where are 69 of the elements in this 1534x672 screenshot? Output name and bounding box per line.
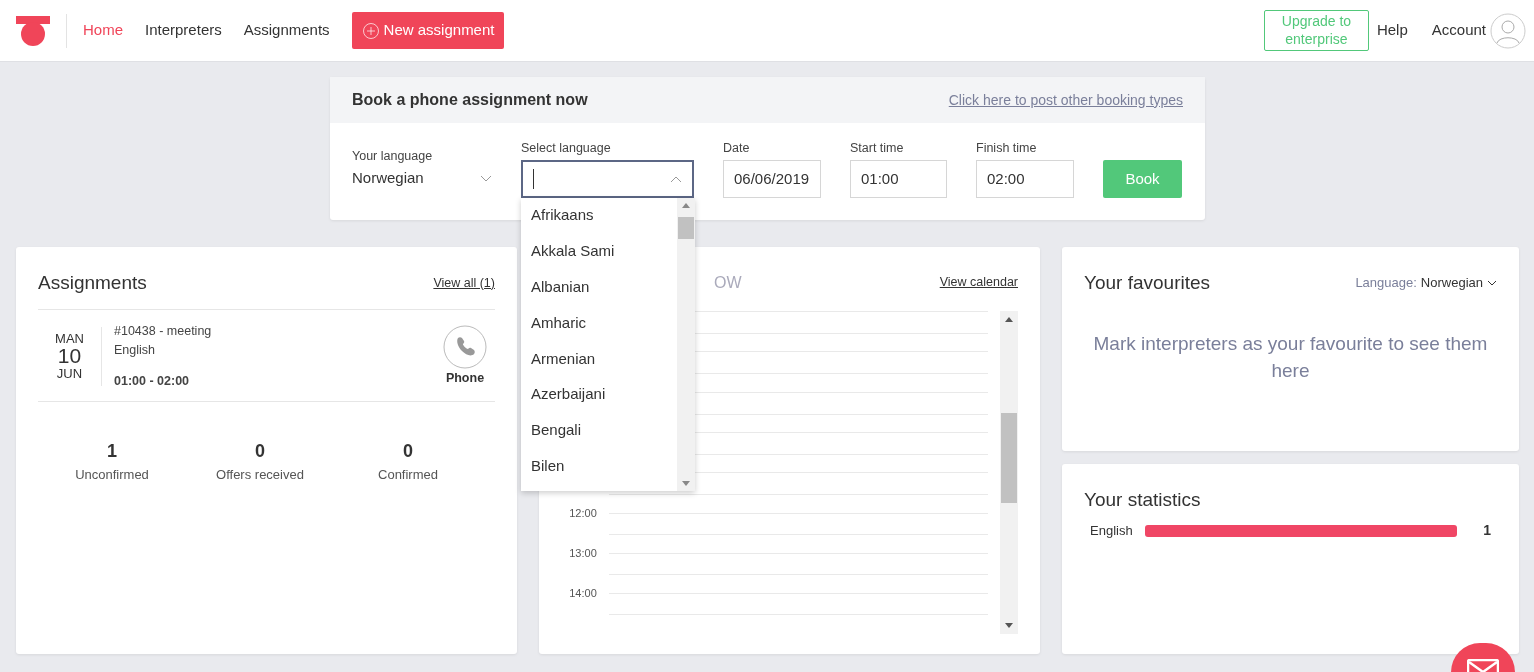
dropdown-option[interactable]: Akkala Sami: [521, 233, 677, 270]
chevron-down-icon: [1487, 279, 1497, 287]
new-assignment-button[interactable]: New assignment: [351, 12, 505, 49]
count-value: 0: [254, 439, 266, 463]
scrollbar[interactable]: [1000, 310, 1018, 634]
empty-message: Mark interpreters as your favourite to see them here: [1092, 332, 1489, 383]
field-label: Your language: [352, 147, 434, 165]
field-label: Date: [723, 140, 751, 157]
language-dropdown[interactable]: Norwegian: [352, 167, 492, 190]
field-label: Start time: [850, 140, 905, 157]
day-number: 10: [56, 345, 83, 368]
mail-icon: [1467, 659, 1499, 672]
booking-title: Book a phone assignment now: [352, 90, 588, 110]
stat-count: 1: [1482, 521, 1491, 541]
help-link[interactable]: Help: [1376, 19, 1408, 42]
hour-label: 14:00: [568, 586, 598, 602]
nav-link[interactable]: Home: [83, 19, 123, 42]
assignment-type: Phone: [444, 370, 486, 387]
dropdown-value: Norwegian: [352, 168, 424, 189]
phone-icon: [443, 325, 487, 369]
view-calendar-link[interactable]: View calendar: [939, 273, 1018, 293]
count-value: 0: [402, 439, 414, 463]
dropdown-option[interactable]: Azerbaijani: [521, 376, 677, 413]
dropdown-option[interactable]: Armenian: [521, 340, 677, 377]
count-value: 1: [106, 439, 118, 463]
start-time-field[interactable]: 01:00: [850, 159, 947, 198]
filter-label: Language:: [1355, 274, 1417, 293]
text-cursor: [533, 168, 534, 189]
chevron-up-icon: [670, 174, 682, 183]
assignment-row[interactable]: MAN 10 JUN #10438 - meeting English 01:00 - 02:00 Phone: [38, 309, 495, 402]
count-label: Confirmed: [377, 465, 439, 484]
card-title: Your statistics: [1084, 487, 1202, 512]
account-link[interactable]: Account: [1431, 19, 1486, 42]
card-title: OW: [714, 272, 742, 293]
assignment-title: #10438 - meeting: [114, 323, 213, 341]
count-label: Unconfirmed: [74, 465, 150, 484]
scrollbar[interactable]: [677, 197, 695, 491]
stat-language: English: [1090, 522, 1133, 540]
card-title: Your favourites: [1084, 270, 1211, 295]
dropdown-option[interactable]: Amharic: [521, 305, 677, 341]
avatar-icon[interactable]: [1490, 12, 1526, 49]
logo-icon[interactable]: [16, 15, 50, 46]
assignment-time: 01:00 - 02:00: [114, 372, 191, 390]
dropdown-option[interactable]: Afrikaans: [521, 197, 677, 234]
finish-time-field[interactable]: 02:00: [976, 159, 1074, 198]
plus-circle-icon: [361, 21, 380, 40]
filter-value: Norwegian: [1420, 274, 1483, 293]
count-label: Offers received: [215, 465, 305, 484]
dropdown-option[interactable]: Albanian: [521, 269, 677, 306]
hour-label: 12:00: [568, 505, 598, 521]
scrollbar-thumb[interactable]: [1001, 412, 1017, 503]
booking-types-link[interactable]: Click here to post other booking types: [948, 89, 1183, 111]
month-text: JUN: [55, 367, 84, 382]
dropdown-option[interactable]: Bengali: [521, 412, 677, 449]
field-label: Select language: [521, 140, 612, 157]
scrollbar-thumb[interactable]: [678, 216, 694, 239]
card-title: Assignments: [38, 270, 147, 295]
hour-label: 13:00: [568, 546, 598, 562]
nav-link[interactable]: Assignments: [243, 19, 330, 42]
assignment-language: English: [114, 342, 156, 359]
language-select-field[interactable]: [521, 159, 694, 198]
date-field[interactable]: 06/06/2019: [723, 159, 821, 198]
nav-link[interactable]: Interpreters: [145, 19, 222, 42]
language-filter[interactable]: Language: Norwegian: [1355, 273, 1497, 293]
field-label: Finish time: [976, 140, 1038, 157]
weekday-text: MAN: [54, 331, 85, 346]
view-all-link[interactable]: View all (1): [433, 273, 495, 293]
chevron-down-icon: [480, 174, 492, 183]
dropdown-option[interactable]: Bilen: [521, 448, 677, 485]
